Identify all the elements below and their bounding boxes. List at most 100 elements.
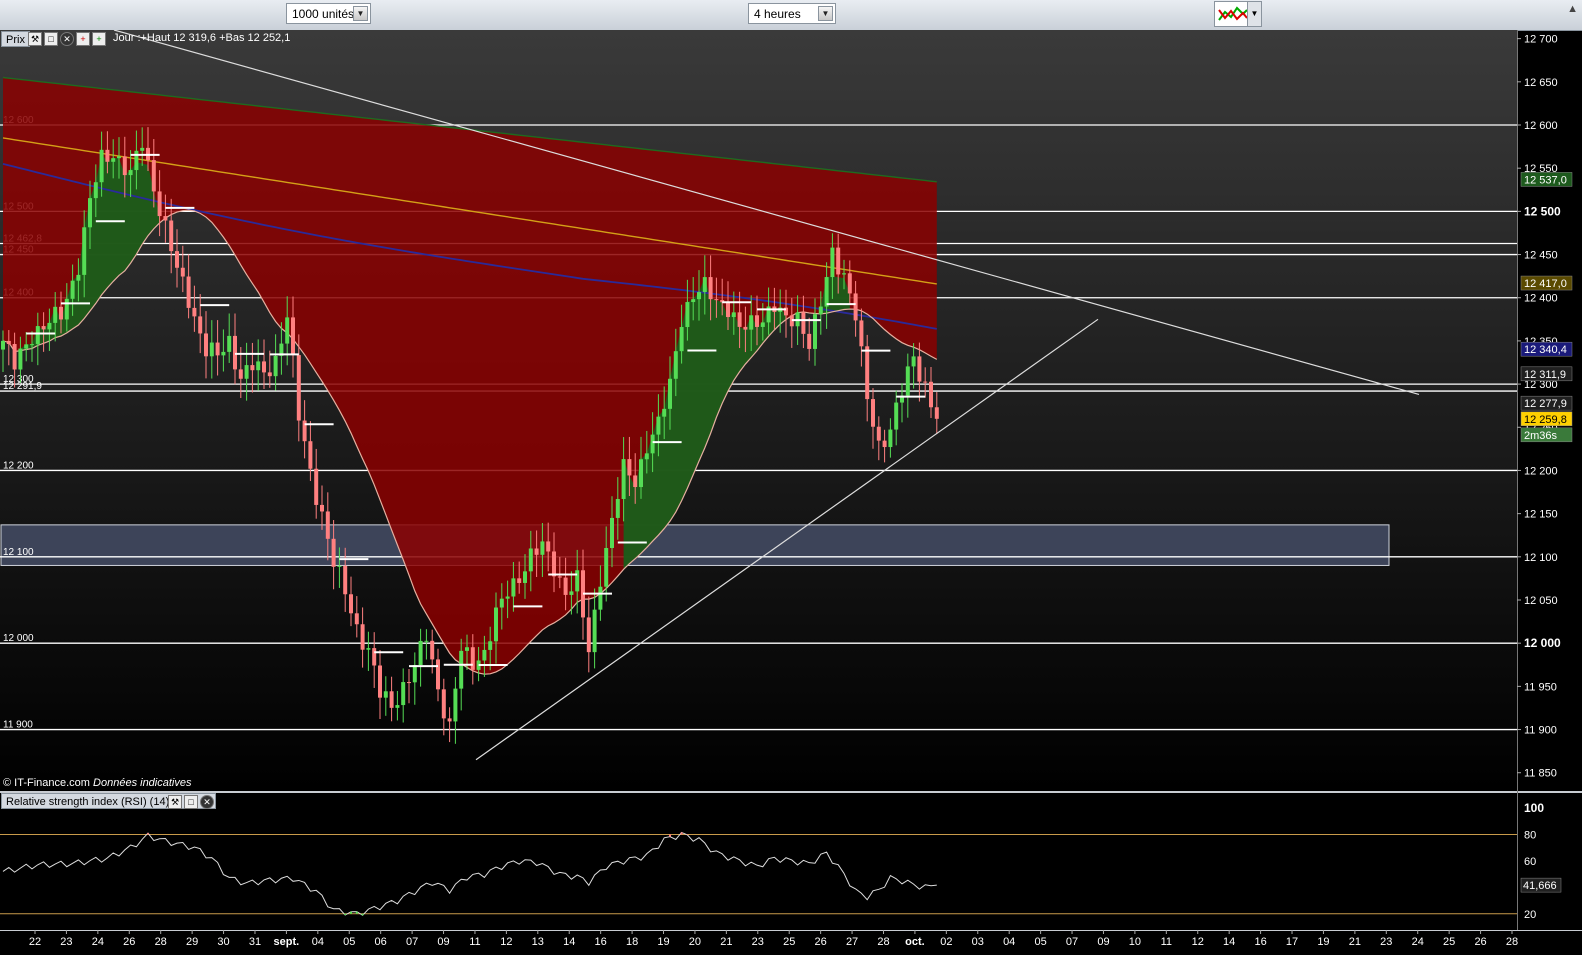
candle-body xyxy=(285,317,290,344)
candle-body xyxy=(314,468,319,505)
candle-body xyxy=(296,355,301,421)
price-panel-label[interactable]: Prix xyxy=(1,31,30,47)
data-disclaimer: Données indicatives xyxy=(93,777,192,789)
add-icon[interactable]: + xyxy=(92,32,106,46)
candle-body xyxy=(453,688,458,722)
candle-body xyxy=(436,659,440,690)
x-axis-tick-label: 28 xyxy=(155,936,167,948)
scroll-up-icon[interactable]: ▲ xyxy=(1567,3,1578,15)
x-axis-tick-label: 29 xyxy=(186,936,198,948)
candle-body xyxy=(157,191,162,217)
square-icon[interactable]: □ xyxy=(184,795,198,809)
candle-body xyxy=(1,340,5,350)
candle-body xyxy=(650,434,655,454)
x-axis-tick-label: oct. xyxy=(905,936,925,948)
x-axis-tick-label: 18 xyxy=(626,936,638,948)
candle-body xyxy=(209,342,214,357)
candle-body xyxy=(395,705,400,708)
candle-body xyxy=(517,578,522,583)
candle-body xyxy=(273,355,278,377)
candle-body xyxy=(737,312,742,327)
candle-body xyxy=(569,591,574,595)
close-icon[interactable]: ✕ xyxy=(60,32,74,46)
x-axis-tick-label: 28 xyxy=(877,936,889,948)
units-select[interactable]: 1000 unités ▼ xyxy=(286,3,371,24)
y-axis-border xyxy=(1517,30,1518,930)
candle-body xyxy=(592,609,597,653)
x-axis-tick-label: 05 xyxy=(1034,936,1046,948)
chevron-down-icon: ▼ xyxy=(353,6,368,21)
wrench-icon[interactable]: ⚒ xyxy=(28,32,42,46)
candle-body xyxy=(929,381,933,408)
chart-type-icon xyxy=(1218,6,1248,21)
candle-body xyxy=(418,640,423,666)
candle-body xyxy=(482,649,487,661)
wrench-icon[interactable]: ⚒ xyxy=(168,795,182,809)
close-icon[interactable]: ✕ xyxy=(200,795,214,809)
x-axis-tick-label: 04 xyxy=(1003,936,1015,948)
candle-body xyxy=(169,220,174,252)
candle-body xyxy=(117,156,121,159)
toolbar: 1000 unités ▼ 4 heures ▼ ▼ ▲ xyxy=(0,0,1582,31)
candle-body xyxy=(917,356,922,382)
y-axis-tick-label: 12 200 xyxy=(1524,465,1558,477)
x-axis-tick-label: 13 xyxy=(532,936,544,948)
candle-body xyxy=(383,691,388,698)
x-axis-tick-label: 27 xyxy=(846,936,858,948)
x-axis-tick-label: 26 xyxy=(1474,936,1486,948)
price-badge-label: 12 417,0 xyxy=(1524,278,1567,290)
x-axis-tick-label: 07 xyxy=(1066,936,1078,948)
candle-body xyxy=(847,273,852,294)
candle-body xyxy=(604,548,609,587)
candle-body xyxy=(621,459,626,499)
candle-body xyxy=(53,306,58,323)
candle-body xyxy=(430,640,435,660)
candle-body xyxy=(552,551,556,577)
candle-body xyxy=(163,216,168,221)
square-icon[interactable]: □ xyxy=(44,32,58,46)
candle-body xyxy=(325,511,330,539)
candle-body xyxy=(679,327,684,352)
candle-body xyxy=(204,333,208,357)
candle-body xyxy=(35,326,40,345)
candle-body xyxy=(320,504,324,512)
panel-separator xyxy=(0,791,1582,793)
y-axis-tick-label: 11 950 xyxy=(1524,681,1557,693)
x-axis-tick-label: 19 xyxy=(657,936,669,948)
y-axis-tick-label: 12 400 xyxy=(1524,293,1558,305)
candle-body xyxy=(528,548,533,572)
rsi-current-value: 41,666 xyxy=(1523,880,1557,892)
price-badge-label: 12 537,0 xyxy=(1524,174,1567,186)
candle-body xyxy=(865,346,870,400)
candle-body xyxy=(122,156,127,176)
x-axis-tick-label: 14 xyxy=(563,936,575,948)
chart-type-button[interactable]: ▼ xyxy=(1214,1,1262,27)
candle-body xyxy=(830,247,835,278)
candle-body xyxy=(639,459,643,488)
price-badge-label: 12 311,9 xyxy=(1524,369,1566,381)
y-axis-tick-label: 12 650 xyxy=(1524,77,1558,89)
candle-body xyxy=(615,498,620,518)
candle-body xyxy=(557,576,562,578)
chevron-down-icon: ▼ xyxy=(1247,2,1261,26)
candle-body xyxy=(308,441,313,469)
day-high-low-info: Jour :+Haut 12 319,6 +Bas 12 252,1 xyxy=(113,32,291,44)
x-axis-tick-label: 16 xyxy=(595,936,607,948)
candle-body xyxy=(151,160,156,192)
candle-body xyxy=(378,665,382,698)
timeframe-select[interactable]: 4 heures ▼ xyxy=(748,3,836,24)
copyright-note: © IT-Finance.com Données indicatives xyxy=(3,777,191,789)
candle-body xyxy=(743,326,748,330)
x-axis-tick-label: 24 xyxy=(1412,936,1424,948)
candle-body xyxy=(354,613,359,625)
candle-body xyxy=(99,149,104,183)
candle-body xyxy=(24,344,29,349)
candle-body xyxy=(412,665,417,683)
y-axis-tick-label: 12 500 xyxy=(1524,204,1561,218)
x-axis-tick-label: 25 xyxy=(1443,936,1455,948)
candle-body xyxy=(59,306,63,320)
rsi-panel-icons: ⚒ □ ✕ xyxy=(168,795,214,809)
candle-body xyxy=(47,322,52,330)
candle-body xyxy=(262,361,266,373)
add-icon[interactable]: + xyxy=(76,32,90,46)
